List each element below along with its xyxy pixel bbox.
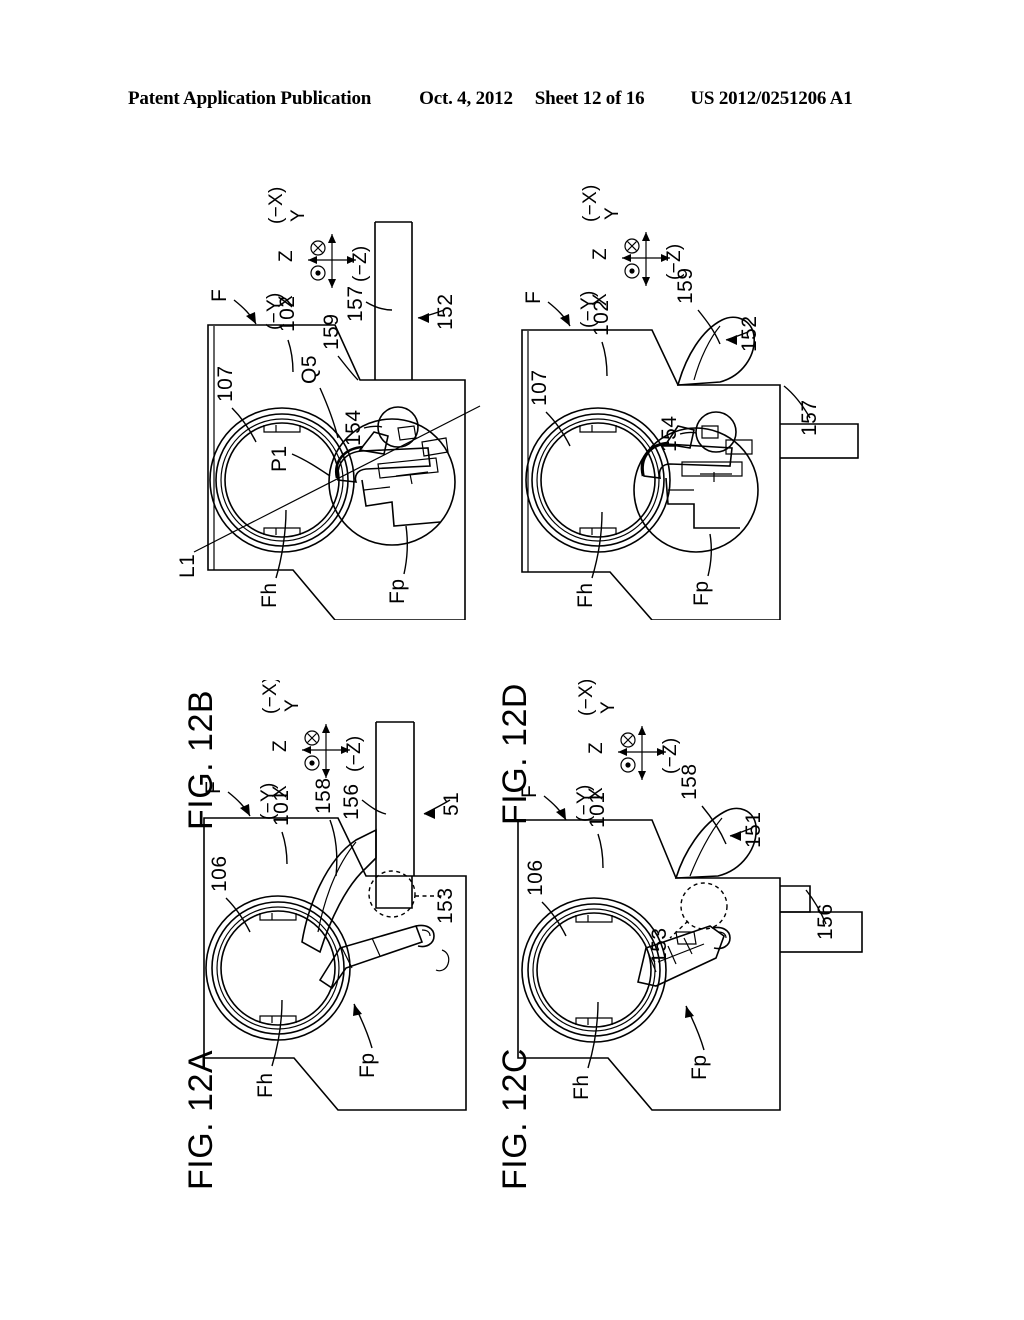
ref-158: 158: [312, 777, 335, 814]
ref-159: 159: [320, 313, 343, 350]
axis-label-neg-z: (−Z): [664, 243, 685, 280]
ref-151: 151: [742, 811, 765, 848]
axis-label-neg-y: (−Y): [258, 782, 279, 820]
axis-label-neg-z: (−Z): [660, 737, 681, 774]
label-Fh: Fh: [574, 582, 597, 608]
ref-158: 158: [678, 763, 701, 800]
label-F-arrow: F: [522, 291, 545, 304]
ref-152: 152: [434, 293, 457, 330]
label-F-arrow: F: [202, 781, 225, 794]
label-Fp: Fp: [690, 580, 713, 606]
figure-drawing-12c: 101 106 151 156 158 153 Fh Fp F Z (−Z) X…: [517, 680, 863, 1111]
ref-156: 156: [340, 783, 363, 820]
header-patent-number: US 2012/0251206 A1: [690, 88, 853, 109]
axis-label-neg-z: (−Z): [350, 245, 371, 282]
axis-label-neg-y: (−Y): [574, 784, 595, 822]
axis-label-neg-y: (−Y): [578, 290, 599, 328]
label-Fp: Fp: [386, 578, 409, 604]
figure-panel-12a: FIG. 12A 101 106 156 158 51 153 Fh Fp F …: [160, 660, 500, 1200]
axis-label-neg-z: (−Z): [344, 735, 365, 772]
axis-label-y: Y: [282, 699, 303, 712]
ref-153: 153: [648, 927, 671, 964]
axis-label-z: Z: [276, 250, 297, 262]
axis-indicator-12d: Z (−Z) X (−X) Y (−Y): [578, 184, 685, 328]
axis-label-neg-x: (−X): [266, 186, 287, 224]
label-Fh: Fh: [254, 1072, 277, 1098]
axis-label-z: Z: [586, 742, 607, 754]
label-Q5: Q5: [298, 355, 321, 384]
header-publication-title: Patent Application Publication: [128, 88, 372, 109]
axis-label-z: Z: [590, 248, 611, 260]
label-Fh: Fh: [258, 582, 281, 608]
axis-label-neg-x: (−X): [576, 680, 597, 716]
axis-label-neg-y: (−Y): [264, 292, 285, 330]
figure-panel-12d: FIG. 12D 102 107 154 157 159 152 Fh Fp F…: [480, 170, 880, 825]
ref-106: 106: [524, 859, 547, 896]
label-P1: P1: [268, 445, 291, 472]
axis-label-z: Z: [270, 740, 291, 752]
label-F-arrow: F: [518, 785, 541, 798]
axis-label-neg-x: (−X): [260, 680, 281, 714]
ref-107: 107: [528, 369, 551, 406]
ref-157: 157: [798, 399, 821, 436]
header-date: Oct. 4, 2012: [419, 88, 513, 109]
figure-drawing-12b: 102 107 154 157 159 152 Fh Fp P1 Q5 L1 F…: [176, 186, 481, 620]
ref-152: 152: [738, 315, 761, 352]
ref-154: 154: [342, 409, 365, 446]
header-sheet-number: Sheet 12 of 16: [534, 88, 645, 109]
axis-label-neg-x: (−X): [580, 184, 601, 222]
figure-panel-12c: FIG. 12C 101 106 151 156 158 153 Fh Fp F…: [480, 660, 880, 1200]
label-Fp: Fp: [688, 1054, 711, 1080]
figure-drawing-12d: 102 107 154 157 159 152 Fh Fp F Z (−Z) X…: [521, 184, 859, 620]
page-header: Patent Application Publication Oct. 4, 2…: [0, 88, 1024, 114]
figure-panel-12b: FIG. 12B 102 107 154 157 159 152 Fh Fp P…: [160, 170, 500, 830]
label-F-arrow: F: [208, 289, 231, 302]
ref-156: 156: [814, 903, 837, 940]
axis-indicator-12c: Z (−Z) X (−X) Y (−Y): [574, 680, 681, 822]
axis-label-y: Y: [602, 207, 623, 220]
ref-51: 51: [440, 792, 463, 816]
ref-153: 153: [434, 887, 457, 924]
axis-label-y: Y: [288, 209, 309, 222]
label-L1: L1: [176, 554, 199, 578]
figure-drawing-12a: 101 106 156 158 51 153 Fh Fp F Z (−Z) X …: [202, 680, 467, 1111]
ref-106: 106: [208, 855, 231, 892]
label-Fh: Fh: [570, 1074, 593, 1100]
ref-157: 157: [344, 285, 367, 322]
ref-154: 154: [658, 415, 681, 452]
axis-label-y: Y: [598, 701, 619, 714]
label-Fp: Fp: [356, 1052, 379, 1078]
ref-107: 107: [214, 365, 237, 402]
